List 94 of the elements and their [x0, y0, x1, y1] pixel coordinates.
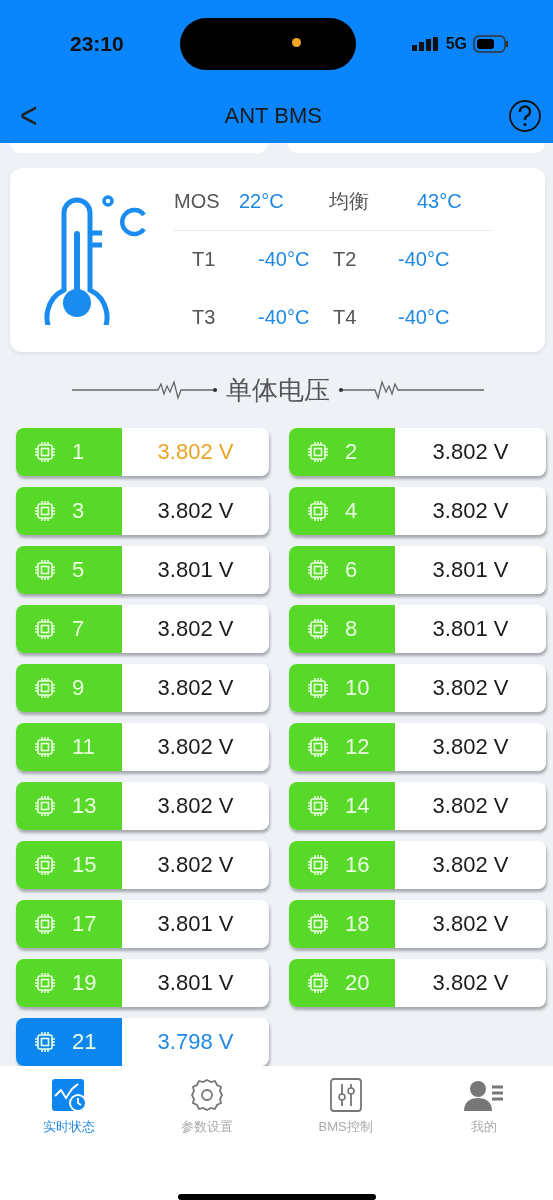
help-button[interactable] [509, 99, 541, 132]
cell-voltage: 3.802 V [156, 734, 235, 760]
temperature-label: T3 [192, 306, 217, 330]
chart-clock-icon [51, 1078, 88, 1112]
chip-icon [307, 559, 329, 581]
cell-voltage: 3.802 V [431, 439, 510, 465]
cell-number: 12 [345, 734, 370, 760]
chip-icon [307, 913, 329, 935]
cell-voltage: 3.802 V [156, 793, 235, 819]
chip-icon [34, 500, 56, 522]
chip-icon [34, 795, 56, 817]
cell-voltage: 3.802 V [431, 970, 510, 996]
cell-number: 17 [72, 911, 97, 937]
cell-number: 6 [345, 557, 358, 583]
cell-voltage: 3.801 V [156, 970, 235, 996]
chip-icon [34, 618, 56, 640]
chip-icon [307, 618, 329, 640]
chip-icon [34, 559, 56, 581]
cell-number: 18 [345, 911, 370, 937]
temperature-label: MOS [174, 190, 221, 214]
chip-icon [307, 736, 329, 758]
nav-tab[interactable]: 实时状态 [0, 1078, 139, 1136]
chip-icon [34, 1031, 56, 1053]
nav-tab[interactable]: 参数设置 [138, 1078, 277, 1136]
temperature-value: 43°C [417, 190, 463, 214]
user-list-icon [462, 1078, 505, 1112]
chip-icon [307, 500, 329, 522]
cell-voltage: 3.802 V [431, 793, 510, 819]
chip-icon [307, 854, 329, 876]
cell-number: 1 [72, 439, 85, 465]
temperature-label: T2 [333, 248, 358, 272]
status-time: 23:10 [70, 32, 124, 56]
temperature-value: -40°C [258, 248, 311, 272]
temperature-label: 均衡 [329, 189, 370, 215]
cell-voltage: 3.802 V [156, 675, 235, 701]
sliders-icon [327, 1078, 364, 1112]
cell-number: 14 [345, 793, 370, 819]
temperature-value: -40°C [258, 306, 311, 330]
cell-number: 4 [345, 498, 358, 524]
chip-icon [34, 854, 56, 876]
cell-number: 5 [72, 557, 85, 583]
chip-icon [34, 441, 56, 463]
cell-number: 9 [72, 675, 85, 701]
chip-icon [34, 677, 56, 699]
back-button[interactable]: < [20, 95, 38, 136]
page-title: ANT BMS [224, 102, 322, 129]
chip-icon [307, 795, 329, 817]
section-title: 单体电压 [225, 373, 330, 407]
wave-line-icon [337, 380, 484, 401]
cell-voltage: 3.802 V [156, 616, 235, 642]
cell-voltage: 3.802 V [431, 498, 510, 524]
temperature-value: -40°C [398, 248, 451, 272]
temperature-value: -40°C [398, 306, 451, 330]
cell-voltage: 3.801 V [431, 557, 510, 583]
temperature-value: 22°C [239, 190, 285, 214]
cell-voltage: 3.802 V [431, 911, 510, 937]
cell-number: 21 [72, 1029, 97, 1055]
cell-voltage: 3.802 V [156, 498, 235, 524]
cell-number: 13 [72, 793, 97, 819]
signal-icon [411, 37, 440, 51]
cell-number: 20 [345, 970, 370, 996]
cell-number: 19 [72, 970, 97, 996]
wave-line-icon [71, 380, 218, 401]
cell-voltage: 3.801 V [431, 616, 510, 642]
chip-icon [34, 913, 56, 935]
nav-tab[interactable]: BMS控制 [276, 1078, 415, 1136]
battery-icon [473, 35, 509, 53]
cell-voltage: 3.802 V [431, 852, 510, 878]
cell-voltage: 3.798 V [156, 1029, 235, 1055]
cell-voltage: 3.802 V [156, 852, 235, 878]
temperature-label: T4 [333, 306, 358, 330]
cell-voltage: 3.801 V [156, 911, 235, 937]
gear-icon [189, 1078, 226, 1112]
cell-voltage: 3.802 V [431, 734, 510, 760]
chip-icon [34, 736, 56, 758]
cell-number: 10 [345, 675, 370, 701]
cell-number: 11 [72, 734, 95, 760]
chip-icon [307, 677, 329, 699]
chip-icon [307, 972, 329, 994]
indicator-dot-icon [291, 38, 301, 47]
nav-tab[interactable]: 我的 [414, 1078, 553, 1136]
cell-number: 7 [72, 616, 85, 642]
temperature-label: T1 [192, 248, 217, 272]
cell-voltage: 3.801 V [156, 557, 235, 583]
cell-number: 15 [72, 852, 97, 878]
cell-voltage: 3.802 V [431, 675, 510, 701]
cell-number: 2 [345, 439, 358, 465]
chip-icon [307, 441, 329, 463]
cell-number: 8 [345, 616, 358, 642]
chip-icon [34, 972, 56, 994]
cell-voltage: 3.802 V [156, 439, 235, 465]
cell-number: 3 [72, 498, 85, 524]
cell-number: 16 [345, 852, 370, 878]
network-type: 5G [445, 35, 467, 53]
